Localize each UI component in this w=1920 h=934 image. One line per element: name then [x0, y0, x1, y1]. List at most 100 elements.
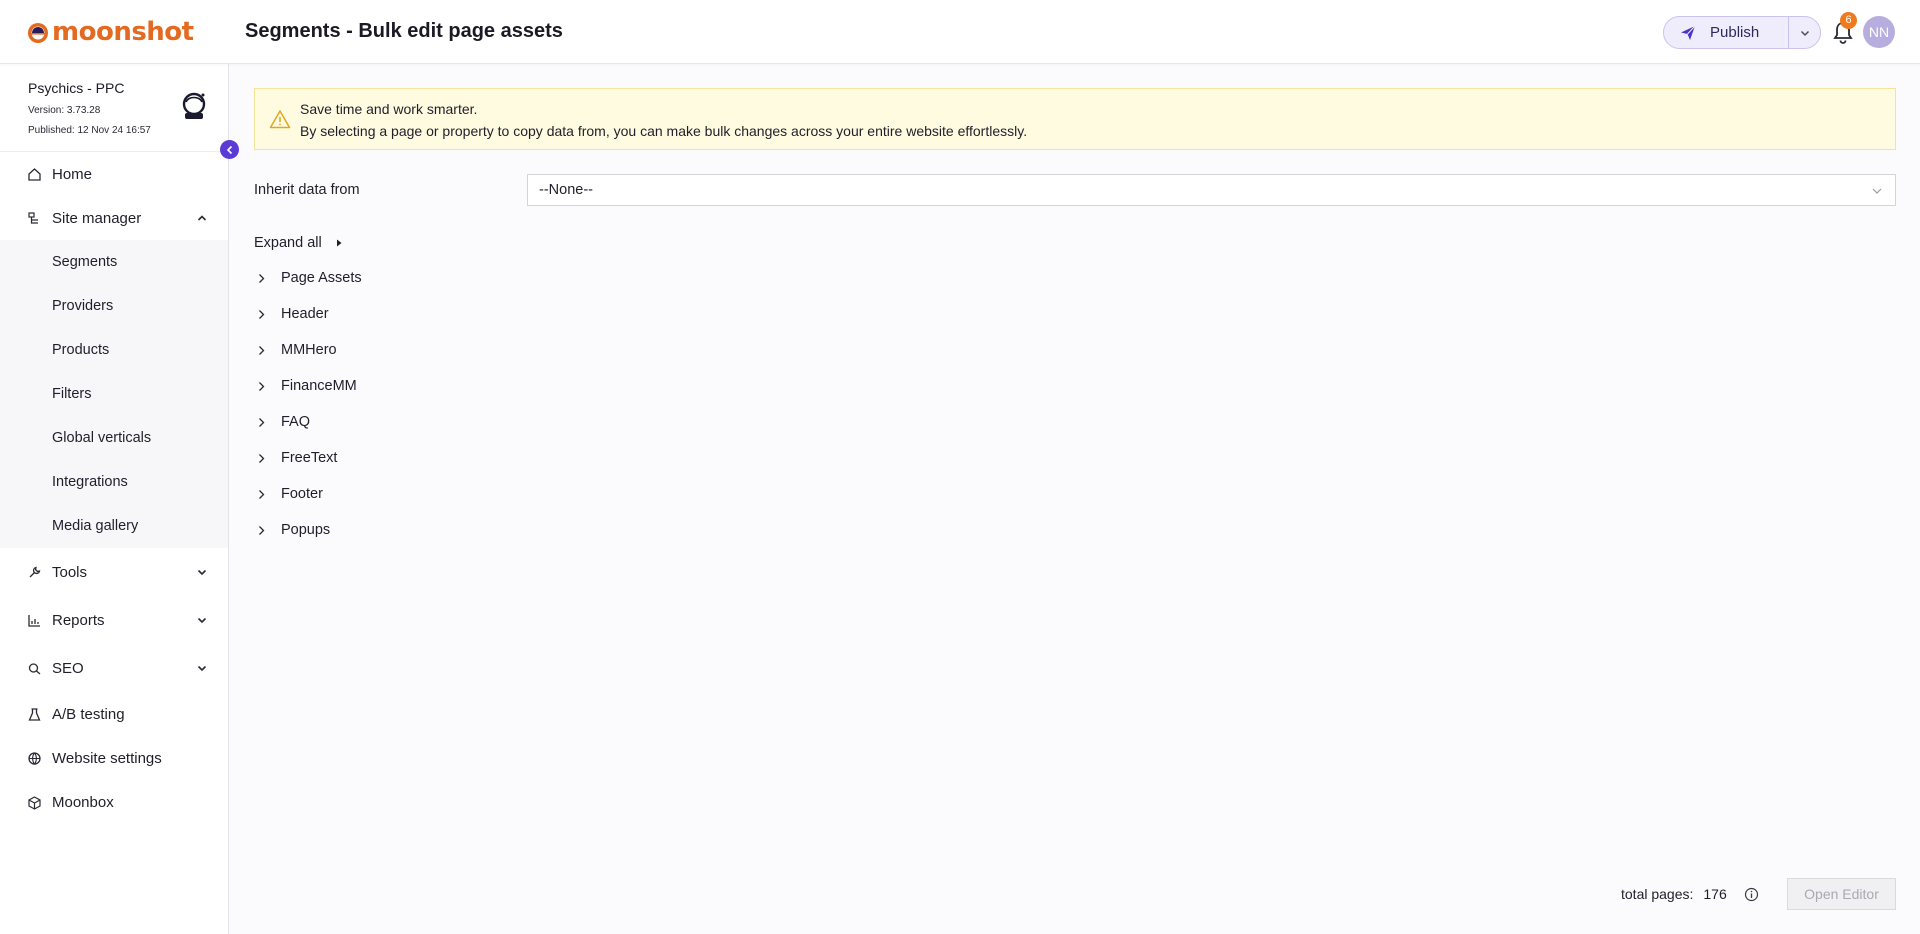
notification-count-badge: 6 [1840, 12, 1857, 29]
tree-item-popups[interactable]: Popups [254, 512, 654, 548]
expand-all-label: Expand all [254, 235, 322, 251]
caret-right-icon [336, 239, 342, 247]
expand-all-button[interactable]: Expand all [254, 235, 344, 251]
chevron-down-icon [197, 665, 207, 672]
moon-logo-icon [28, 23, 48, 43]
chevron-right-icon [259, 273, 265, 283]
tree-item-header[interactable]: Header [254, 296, 654, 332]
sidebar-item-products[interactable]: Products [0, 328, 228, 372]
sidebar-item-label: Website settings [52, 749, 162, 767]
chevron-down-icon [1800, 30, 1809, 36]
globe-icon [28, 751, 41, 765]
sidebar-item-global-verticals[interactable]: Global verticals [0, 416, 228, 460]
chevron-down-icon [1872, 188, 1882, 194]
sidebar-item-label: Home [52, 165, 93, 183]
sidebar-item-seo[interactable]: SEO [0, 644, 228, 692]
chevron-right-icon [259, 525, 265, 535]
sidebar-item-moonbox[interactable]: Moonbox [0, 780, 228, 824]
sidebar-collapse-button[interactable] [220, 140, 239, 159]
sidebar-item-integrations[interactable]: Integrations [0, 460, 228, 504]
tree-item-label: Popups [281, 522, 331, 538]
wrench-icon [29, 566, 41, 577]
chevron-right-icon [259, 309, 265, 319]
logo-text: moonshot [52, 17, 194, 47]
tree-item-faq[interactable]: FAQ [254, 404, 654, 440]
user-avatar[interactable]: NN [1863, 16, 1895, 48]
chevron-right-icon [259, 453, 265, 463]
sidebar-item-label: Media gallery [52, 518, 139, 534]
sidebar-item-label: Reports [52, 611, 105, 629]
sidebar-item-label: Products [52, 342, 110, 358]
tree-item-financemm[interactable]: FinanceMM [254, 368, 654, 404]
publish-options-button[interactable] [1789, 27, 1820, 39]
sidebar-item-label: Integrations [52, 474, 128, 490]
info-icon[interactable] [1744, 887, 1759, 902]
sidebar-item-label: Moonbox [52, 793, 114, 811]
total-pages-label: total pages: [1621, 886, 1694, 902]
chevron-left-icon [226, 145, 232, 154]
sidebar-item-website-settings[interactable]: Website settings [0, 736, 228, 780]
site-published-date: Published: 12 Nov 24 16:57 [28, 125, 151, 136]
flask-icon [28, 707, 41, 721]
sidebar-item-label: Site manager [52, 209, 142, 227]
sidebar-item-label: Filters [52, 386, 92, 402]
sitemap-icon [28, 211, 38, 224]
tree-item-page-assets[interactable]: Page Assets [254, 260, 654, 296]
tree-item-footer[interactable]: Footer [254, 476, 654, 512]
sidebar-item-label: Segments [52, 254, 118, 270]
box-icon [28, 795, 41, 810]
publish-label: Publish [1710, 24, 1760, 41]
chevron-right-icon [259, 489, 265, 499]
open-editor-button[interactable]: Open Editor [1787, 878, 1896, 910]
sidebar-item-label: Tools [52, 563, 88, 581]
sidebar-item-label: SEO [52, 659, 84, 677]
tree-item-label: Page Assets [281, 270, 362, 286]
sidebar-item-filters[interactable]: Filters [0, 372, 228, 416]
chevron-right-icon [259, 381, 265, 391]
moonshot-logo[interactable]: moonshot [26, 17, 194, 47]
tree-item-mmhero[interactable]: MMHero [254, 332, 654, 368]
inherit-data-select[interactable]: --None-- [527, 174, 1896, 206]
chevron-down-icon [197, 569, 207, 576]
tree-item-label: Header [281, 306, 329, 322]
site-manager-submenu: Segments Providers Products Filters Glob… [0, 240, 228, 548]
sidebar-item-tools[interactable]: Tools [0, 548, 228, 596]
sidebar-item-label: A/B testing [52, 705, 125, 723]
tree-item-freetext[interactable]: FreeText [254, 440, 654, 476]
sidebar-item-ab-testing[interactable]: A/B testing [0, 692, 228, 736]
seo-icon [28, 662, 41, 674]
crystal-ball-icon [182, 92, 206, 119]
sidebar-item-media-gallery[interactable]: Media gallery [0, 504, 228, 548]
chevron-right-icon [259, 345, 265, 355]
warning-icon [269, 110, 291, 129]
tree-item-label: FreeText [281, 450, 338, 466]
tree-item-label: FinanceMM [281, 378, 357, 394]
tree-item-label: FAQ [281, 414, 311, 430]
sidebar-item-segments[interactable]: Segments [0, 240, 228, 284]
sidebar-item-label: Global verticals [52, 430, 152, 446]
tree-item-label: MMHero [281, 342, 337, 358]
page-title: Segments - Bulk edit page assets [245, 20, 563, 42]
sidebar-item-providers[interactable]: Providers [0, 284, 228, 328]
chevron-down-icon [197, 617, 207, 624]
sidebar-item-reports[interactable]: Reports [0, 596, 228, 644]
asset-tree: Page Assets Header MMHero FinanceMM FAQ … [254, 260, 654, 548]
tree-item-label: Footer [281, 486, 323, 502]
site-name: Psychics - PPC [28, 80, 125, 96]
inherit-data-label: Inherit data from [254, 182, 360, 198]
publish-button[interactable]: Publish [1664, 17, 1789, 48]
site-info-card: Psychics - PPC Version: 3.73.28 Publishe… [0, 64, 228, 152]
sidebar-item-home[interactable]: Home [0, 152, 228, 196]
alert-message: By selecting a page or property to copy … [300, 123, 1028, 139]
sidebar-nav: Home Site manager Segments Providers Pro… [0, 152, 228, 824]
total-pages: total pages: 176 [1621, 886, 1727, 902]
info-alert: Save time and work smarter. By selecting… [254, 88, 1896, 150]
site-version: Version: 3.73.28 [28, 105, 101, 116]
alert-title: Save time and work smarter. [300, 101, 478, 117]
total-pages-value: 176 [1703, 886, 1727, 902]
main-content: Save time and work smarter. By selecting… [229, 64, 1920, 934]
home-icon [28, 167, 41, 181]
sidebar-item-site-manager[interactable]: Site manager [0, 196, 228, 240]
chevron-right-icon [259, 417, 265, 427]
chevron-up-icon [197, 215, 207, 221]
